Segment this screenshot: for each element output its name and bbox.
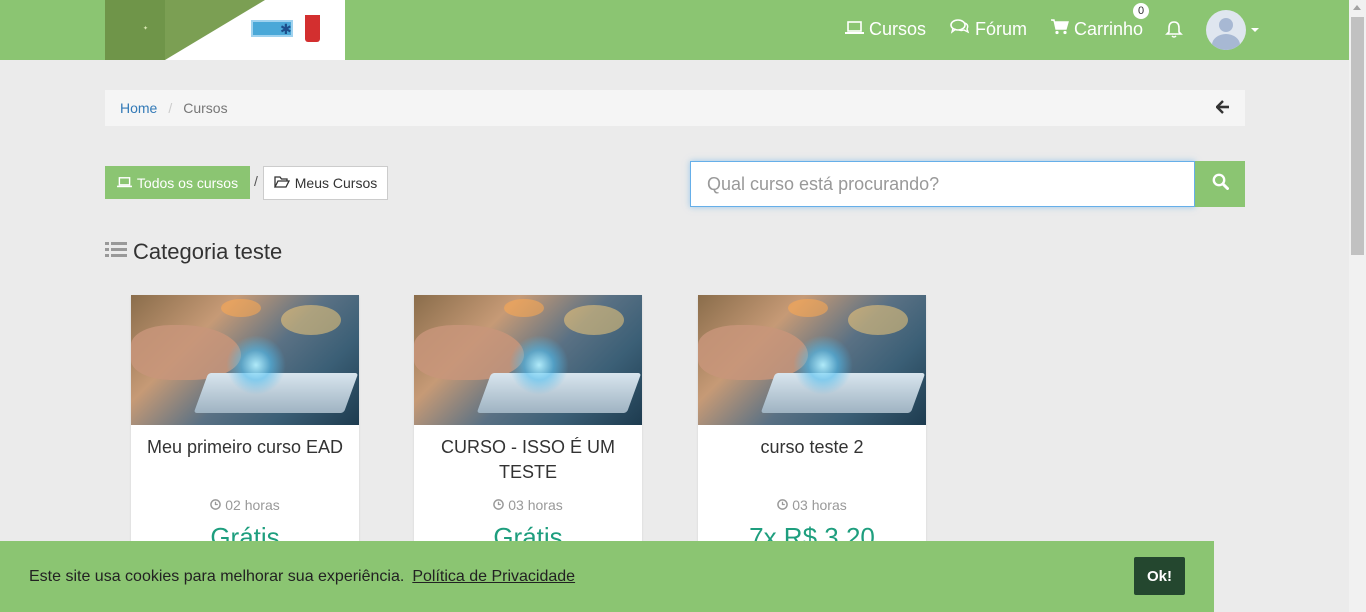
clock-icon <box>210 497 222 513</box>
scroll-up-arrow[interactable] <box>1353 5 1361 10</box>
bell-icon[interactable] <box>1165 20 1183 44</box>
course-image[interactable] <box>131 295 359 425</box>
course-hours: 03 horas <box>698 497 926 513</box>
image-hand <box>698 325 808 380</box>
cookie-consent-bar: Este site usa cookies para melhorar sua … <box>0 541 1214 612</box>
course-hours-label: 03 horas <box>508 497 563 513</box>
scroll-thumb[interactable] <box>1351 17 1364 255</box>
course-hours: 02 horas <box>131 497 359 513</box>
my-courses-button[interactable]: Meus Cursos <box>263 166 388 200</box>
list-icon <box>105 241 127 263</box>
image-hand <box>414 325 524 380</box>
course-hours-label: 02 horas <box>225 497 280 513</box>
category-title: Categoria teste <box>133 239 283 264</box>
avatar-body <box>1212 34 1240 50</box>
site-logo[interactable]: ✦ ✱ <box>105 0 345 60</box>
top-navbar: ✦ ✱ Cursos Fórum Carrinho 0 <box>0 0 1349 60</box>
image-light <box>221 299 261 317</box>
image-light <box>848 305 908 335</box>
breadcrumb-current: Cursos <box>183 100 228 116</box>
shopping-cart-icon <box>1051 19 1069 40</box>
breadcrumb: Home / Cursos <box>105 90 1245 126</box>
filter-separator: / <box>254 173 258 189</box>
search-button[interactable] <box>1195 161 1245 207</box>
logo-red-seal <box>305 15 320 42</box>
image-light <box>564 305 624 335</box>
logo-green-block <box>105 0 165 60</box>
image-light <box>281 305 341 335</box>
user-avatar[interactable] <box>1206 10 1246 50</box>
nav-forum[interactable]: Fórum <box>950 19 1027 40</box>
laptop-icon <box>845 19 864 40</box>
image-light <box>504 299 544 317</box>
chevron-down-icon[interactable] <box>1251 28 1259 32</box>
course-hours-label: 03 horas <box>792 497 847 513</box>
laptop-icon <box>116 175 132 191</box>
logo-green-triangle <box>165 0 265 60</box>
logo-mark: ✦ <box>143 26 149 32</box>
nav-cart-label: Carrinho <box>1074 19 1144 39</box>
course-card[interactable]: Meu primeiro curso EAD 02 horas Grátis <box>131 295 359 555</box>
cookie-message: Este site usa cookies para melhorar sua … <box>29 567 405 585</box>
image-hand <box>131 325 241 380</box>
course-title[interactable]: Meu primeiro curso EAD <box>131 425 359 488</box>
folder-open-icon <box>273 175 290 191</box>
nav-courses[interactable]: Cursos <box>845 19 926 40</box>
course-title[interactable]: CURSO - ISSO É UM TESTE <box>414 425 642 488</box>
page-scrollbar[interactable] <box>1349 0 1366 612</box>
course-search-input[interactable] <box>690 161 1195 207</box>
avatar-head <box>1219 18 1233 32</box>
search-icon <box>1212 173 1229 195</box>
breadcrumb-separator: / <box>168 100 173 116</box>
course-card[interactable]: CURSO - ISSO É UM TESTE 03 horas Grátis <box>414 295 642 555</box>
course-title[interactable]: curso teste 2 <box>698 425 926 488</box>
course-image[interactable] <box>414 295 642 425</box>
image-glow <box>793 335 853 395</box>
course-hours: 03 horas <box>414 497 642 513</box>
nav-cart[interactable]: Carrinho <box>1051 19 1143 40</box>
all-courses-label: Todos os cursos <box>136 174 239 191</box>
nav-courses-label: Cursos <box>869 19 927 39</box>
clock-icon <box>493 497 505 513</box>
comments-icon <box>950 19 970 40</box>
logo-star-icon: ✱ <box>280 21 292 37</box>
privacy-policy-link[interactable]: Política de Privacidade <box>412 568 575 586</box>
all-courses-button[interactable]: Todos os cursos <box>105 166 250 199</box>
image-glow <box>226 335 286 395</box>
image-glow <box>509 335 569 395</box>
my-courses-label: Meus Cursos <box>294 175 378 191</box>
image-light <box>788 299 828 317</box>
nav-forum-label: Fórum <box>975 19 1028 39</box>
arrow-left-icon[interactable] <box>1215 100 1230 117</box>
course-image[interactable] <box>698 295 926 425</box>
course-card[interactable]: curso teste 2 03 horas 7x R$ 3,20 <box>698 295 926 555</box>
breadcrumb-home-link[interactable]: Home <box>120 100 157 116</box>
clock-icon <box>777 497 789 513</box>
category-header: Categoria teste <box>105 239 282 265</box>
cookie-ok-button[interactable]: Ok! <box>1134 557 1185 595</box>
cart-count-badge: 0 <box>1133 3 1149 19</box>
